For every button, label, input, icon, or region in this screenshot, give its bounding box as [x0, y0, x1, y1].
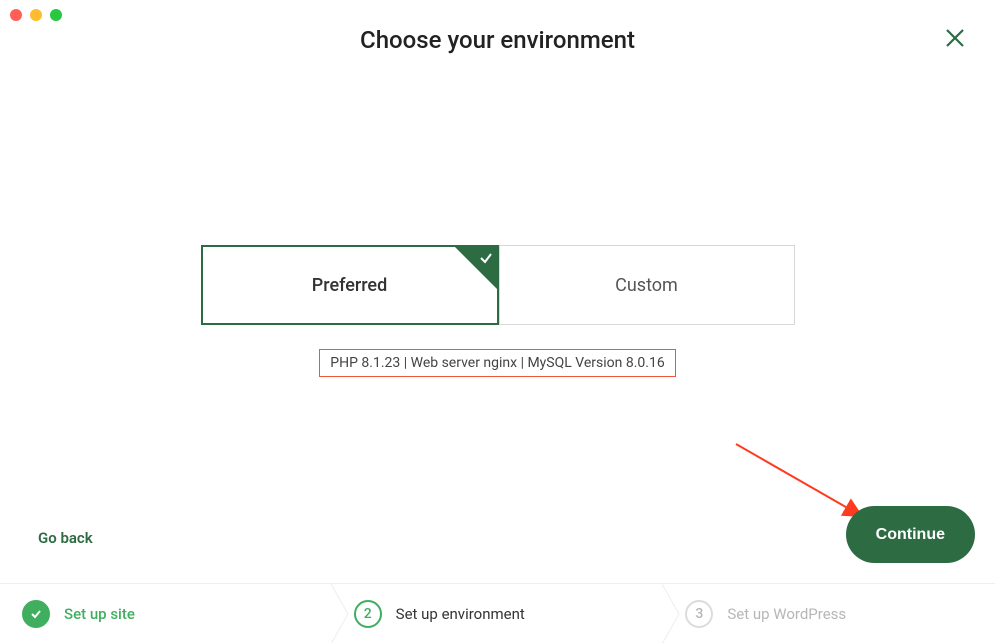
environment-summary: PHP 8.1.23 | Web server nginx | MySQL Ve…	[319, 349, 675, 377]
step-setup-environment: 2 Set up environment	[332, 584, 664, 643]
continue-button[interactable]: Continue	[846, 506, 975, 563]
environment-selector: Preferred Custom PHP 8.1.23 | Web server…	[0, 245, 995, 377]
step-number: 3	[695, 606, 703, 622]
step-divider-icon	[331, 584, 361, 643]
window-zoom-dot[interactable]	[50, 9, 62, 21]
go-back-label: Go back	[38, 529, 93, 547]
continue-label: Continue	[876, 526, 945, 543]
wizard-stepper: Set up site 2 Set up environment 3 Set u…	[0, 583, 995, 643]
environment-summary-text: PHP 8.1.23 | Web server nginx | MySQL Ve…	[330, 355, 664, 371]
step-divider-icon	[662, 584, 692, 643]
tab-custom-label: Custom	[615, 275, 678, 296]
close-icon	[945, 28, 965, 48]
step-label: Set up environment	[396, 605, 525, 623]
close-button[interactable]	[945, 28, 965, 48]
window-close-dot[interactable]	[10, 9, 22, 21]
step-setup-wordpress: 3 Set up WordPress	[663, 584, 995, 643]
step-setup-site: Set up site	[0, 584, 332, 643]
titlebar: Choose your environment	[0, 26, 995, 54]
checkmark-icon	[479, 251, 493, 269]
tab-preferred[interactable]: Preferred	[201, 245, 499, 325]
page-title: Choose your environment	[0, 26, 995, 54]
go-back-link[interactable]: Go back	[38, 529, 93, 547]
environment-tabs: Preferred Custom	[201, 245, 795, 325]
step-label: Set up site	[64, 605, 135, 623]
tab-preferred-label: Preferred	[312, 275, 387, 296]
window-minimize-dot[interactable]	[30, 9, 42, 21]
step-label: Set up WordPress	[727, 605, 846, 623]
step-number: 2	[364, 606, 372, 622]
tab-custom[interactable]: Custom	[499, 245, 795, 325]
window-controls	[10, 9, 62, 21]
step-done-icon	[22, 600, 50, 628]
